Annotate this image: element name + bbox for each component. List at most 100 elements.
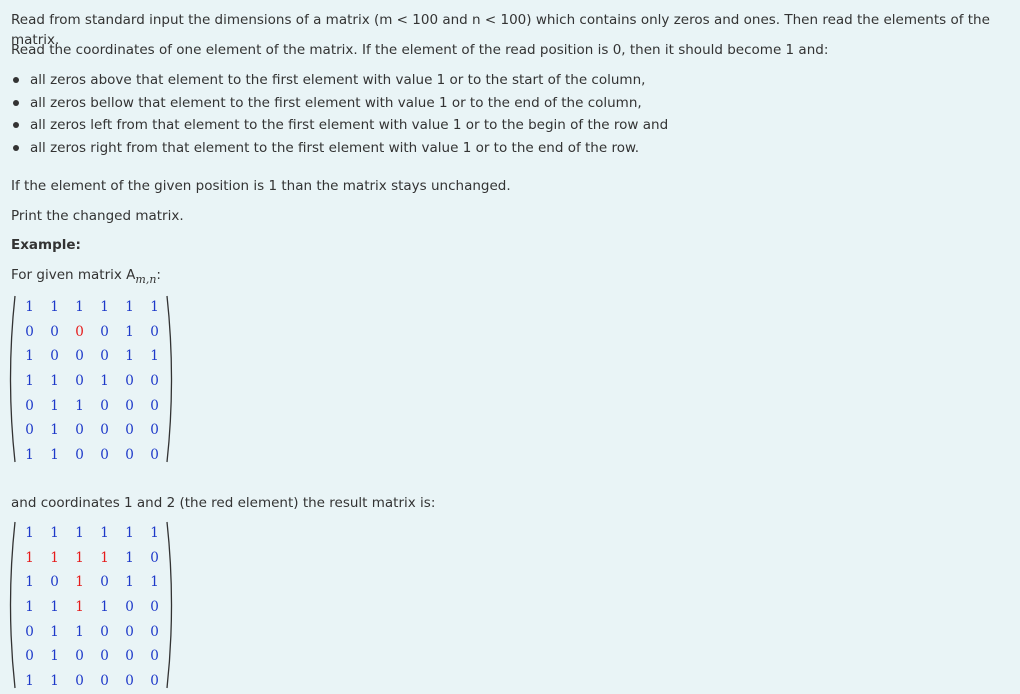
matrix-cell: 1 [50, 648, 59, 665]
given-matrix-paragraph: For given matrix Am,n: [11, 265, 161, 286]
matrix-cell: 0 [75, 373, 84, 390]
matrix-row: 000010 [17, 320, 167, 345]
matrix-cell: 1 [150, 574, 159, 591]
matrix-cell-highlighted: 1 [75, 599, 84, 616]
matrix-cell: 1 [125, 549, 134, 566]
matrix-cell: 1 [25, 673, 34, 690]
matrix-cell: 1 [125, 323, 134, 340]
matrix-cell: 1 [150, 348, 159, 365]
matrix-cell: 0 [125, 373, 134, 390]
matrix-cell: 0 [150, 673, 159, 690]
matrix-cell: 1 [125, 299, 134, 315]
matrix-cell: 1 [75, 299, 84, 315]
matrix-cell: 0 [150, 549, 159, 566]
result-paragraph: and coordinates 1 and 2 (the red element… [11, 495, 436, 511]
matrix-row: 111110 [17, 546, 167, 571]
matrix-cell: 1 [100, 373, 109, 390]
matrix-cell: 0 [125, 422, 134, 439]
unchanged-paragraph: If the element of the given position is … [11, 178, 511, 194]
matrix-cell: 1 [75, 525, 84, 541]
matrix-before: 1111110000101000111101000110000100001100… [3, 295, 183, 463]
list-item: all zeros left from that element to the … [12, 114, 668, 137]
matrix-cell: 0 [25, 397, 34, 414]
matrix-cell: 1 [25, 525, 34, 541]
left-parenthesis-icon [9, 521, 16, 689]
matrix-cell: 0 [25, 323, 34, 340]
matrix-cell: 0 [50, 574, 59, 591]
matrix-cell: 1 [100, 599, 109, 616]
matrix-cell: 0 [100, 623, 109, 640]
matrix-subscript: m,n [135, 273, 157, 286]
right-parenthesis-icon [166, 521, 173, 689]
matrix-cell: 1 [125, 574, 134, 591]
matrix-cell: 0 [150, 422, 159, 439]
matrix-cell: 1 [25, 299, 34, 315]
matrix-cell: 1 [100, 525, 109, 541]
matrix-cell: 0 [25, 623, 34, 640]
matrix-row: 011000 [17, 620, 167, 645]
print-paragraph: Print the changed matrix. [11, 208, 184, 224]
matrix-cell: 0 [125, 447, 134, 464]
matrix-row: 011000 [17, 394, 167, 419]
matrix-cell: 0 [100, 673, 109, 690]
matrix-cell: 0 [125, 648, 134, 665]
matrix-cell: 0 [25, 648, 34, 665]
matrix-cell: 0 [25, 422, 34, 439]
matrix-row: 010000 [17, 644, 167, 669]
matrix-cell: 1 [100, 299, 109, 315]
matrix-cell: 0 [100, 648, 109, 665]
matrix-cell: 1 [50, 373, 59, 390]
matrix-row: 010000 [17, 418, 167, 443]
matrix-cell: 1 [25, 574, 34, 591]
matrix-cell: 0 [150, 323, 159, 340]
matrix-cell: 0 [100, 447, 109, 464]
rules-list: all zeros above that element to the firs… [11, 69, 668, 159]
matrix-cell: 0 [100, 397, 109, 414]
matrix-cell-highlighted: 0 [75, 323, 84, 340]
matrix-cell-highlighted: 1 [100, 549, 109, 566]
matrix-row: 110000 [17, 669, 167, 694]
matrix-row: 101011 [17, 570, 167, 595]
matrix-cell: 0 [125, 599, 134, 616]
matrix-cell: 1 [50, 397, 59, 414]
coordinates-paragraph: Read the coordinates of one element of t… [11, 42, 829, 58]
matrix-cell: 0 [150, 623, 159, 640]
matrix-cell: 0 [125, 673, 134, 690]
matrix-cell: 0 [150, 373, 159, 390]
matrix-after: 1111111111101010111111000110000100001100… [3, 521, 183, 689]
matrix-cell: 1 [150, 299, 159, 315]
matrix-cell: 0 [100, 574, 109, 591]
matrix-cell: 1 [25, 599, 34, 616]
matrix-cell: 0 [125, 397, 134, 414]
matrix-cell: 1 [125, 348, 134, 365]
matrix-cell: 0 [75, 648, 84, 665]
matrix-cell: 1 [50, 525, 59, 541]
matrix-cell: 1 [50, 447, 59, 464]
matrix-cell: 0 [150, 397, 159, 414]
matrix-cell: 0 [75, 348, 84, 365]
matrix-cell: 1 [50, 422, 59, 439]
list-item: all zeros bellow that element to the fir… [12, 92, 668, 115]
matrix-cell: 0 [100, 422, 109, 439]
matrix-cell: 0 [50, 348, 59, 365]
matrix-row: 111100 [17, 595, 167, 620]
matrix-grid: 1111111111101010111111000110000100001100… [17, 521, 167, 694]
left-parenthesis-icon [9, 295, 16, 463]
matrix-cell: 0 [150, 447, 159, 464]
matrix-row: 110100 [17, 369, 167, 394]
matrix-grid: 1111110000101000111101000110000100001100… [17, 295, 167, 468]
matrix-cell: 1 [75, 623, 84, 640]
matrix-cell: 1 [75, 397, 84, 414]
matrix-row: 100011 [17, 344, 167, 369]
given-prefix: For given matrix A [11, 267, 136, 283]
right-parenthesis-icon [166, 295, 173, 463]
matrix-cell: 1 [25, 447, 34, 464]
matrix-cell: 1 [50, 599, 59, 616]
matrix-cell: 1 [25, 348, 34, 365]
matrix-cell: 0 [150, 599, 159, 616]
matrix-cell: 1 [150, 525, 159, 541]
matrix-cell: 1 [50, 299, 59, 315]
matrix-cell: 1 [125, 525, 134, 541]
matrix-cell-highlighted: 1 [50, 549, 59, 566]
matrix-row: 111111 [17, 521, 167, 546]
